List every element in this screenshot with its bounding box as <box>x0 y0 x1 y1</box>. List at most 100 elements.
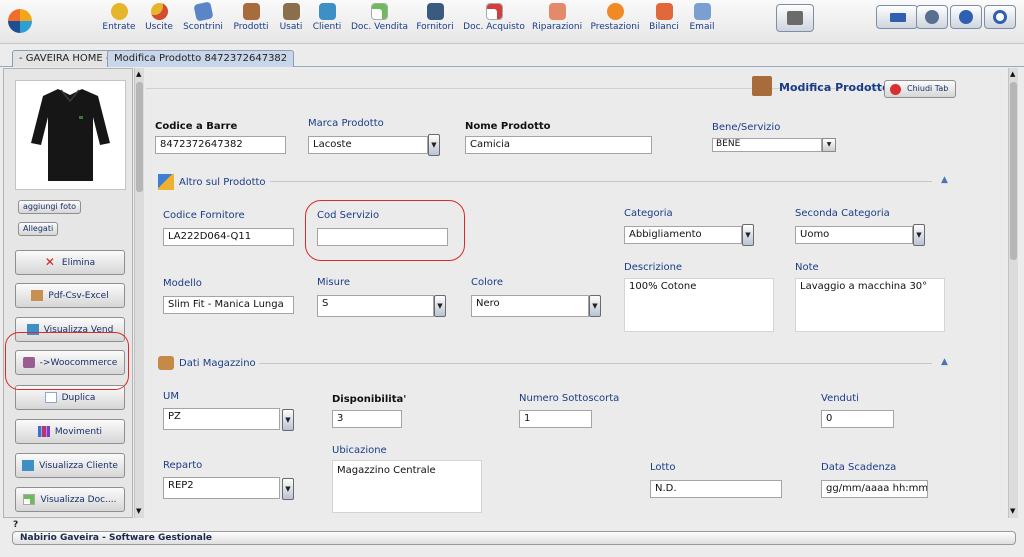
sold-label: Venduti <box>821 393 859 404</box>
notes-textarea[interactable]: Lavaggio a macchina 30° <box>795 278 945 332</box>
toolbar-label: Entrate <box>102 22 136 32</box>
stock-boxes-icon <box>158 356 174 370</box>
good-service-dropdown-icon[interactable]: ▼ <box>822 138 836 152</box>
view-document-button[interactable]: Visualizza Doc.... <box>15 487 125 512</box>
power-button[interactable] <box>984 5 1016 29</box>
keyboard-button[interactable] <box>876 5 918 29</box>
second-category-select[interactable]: Uomo <box>795 226 913 244</box>
close-tab-label: Chiudi Tab <box>907 84 949 93</box>
expiry-input[interactable]: gg/mm/aaaa hh:mm <box>821 480 928 498</box>
scroll-thumb[interactable] <box>136 82 143 192</box>
category-select[interactable]: Abbigliamento <box>624 226 742 244</box>
good-service-select[interactable]: BENE <box>712 138 822 152</box>
status-text: Nabirio Gaveira - Software Gestionale <box>20 533 213 543</box>
sold-input[interactable]: 0 <box>821 410 894 428</box>
unit-dropdown-icon[interactable]: ▼ <box>282 409 294 431</box>
size-select[interactable]: S <box>317 295 434 317</box>
model-input[interactable]: Slim Fit - Manica Lunga <box>163 296 294 314</box>
email-icon <box>693 3 711 20</box>
delete-button[interactable]: ✕ Elimina <box>15 250 125 275</box>
toolbar-usati[interactable]: Usati <box>277 2 305 42</box>
second-category-dropdown-icon[interactable]: ▼ <box>913 224 925 246</box>
minimize-button[interactable] <box>950 5 982 29</box>
collapse-stock-icon[interactable]: ▲ <box>941 357 948 367</box>
location-textarea[interactable]: Magazzino Centrale <box>332 460 482 513</box>
min-stock-input[interactable]: 1 <box>519 410 592 428</box>
section-stock-line <box>259 363 932 364</box>
tab-bar: - GAVEIRA HOME - Modifica Prodotto 84723… <box>0 45 1024 67</box>
toolbar-clienti[interactable]: Clienti <box>311 2 343 42</box>
money-out-icon <box>150 3 168 20</box>
toolbar-uscite[interactable]: Uscite <box>142 2 176 42</box>
availability-input[interactable]: 3 <box>332 410 402 428</box>
brand-dropdown-icon[interactable]: ▼ <box>428 134 440 156</box>
tab-modifica-prodotto[interactable]: Modifica Prodotto 8472372647382 <box>107 50 295 67</box>
toolbar-doc-acquisto[interactable]: Doc. Acquisto <box>463 2 525 42</box>
left-scrollbar[interactable]: ▲ ▼ <box>134 68 144 518</box>
brand-select[interactable]: Lacoste <box>308 136 428 154</box>
department-dropdown-icon[interactable]: ▼ <box>282 478 294 500</box>
tab-home[interactable]: - GAVEIRA HOME - <box>12 50 117 67</box>
used-box-icon <box>282 3 300 20</box>
description-textarea[interactable]: 100% Cotone <box>624 278 774 332</box>
color-dropdown-icon[interactable]: ▼ <box>589 295 601 317</box>
settings-button[interactable] <box>916 5 948 29</box>
toolbar-riparazioni[interactable]: Riparazioni <box>532 2 582 42</box>
shirt-image <box>31 89 110 181</box>
section-stock-title: Dati Magazzino <box>179 357 256 369</box>
highlight-woocommerce <box>5 332 129 390</box>
form-title: Modifica Prodotto <box>779 81 890 94</box>
barcode-input[interactable]: 8472372647382 <box>155 136 286 154</box>
movements-button[interactable]: Movimenti <box>15 419 125 444</box>
print-button[interactable] <box>776 4 814 32</box>
section-stock-header[interactable]: Dati Magazzino <box>158 356 256 370</box>
close-tab-button[interactable]: Chiudi Tab <box>884 80 956 98</box>
toolbar-fornitori[interactable]: Fornitori <box>415 2 455 42</box>
toolbar-bilanci[interactable]: Bilanci <box>648 2 680 42</box>
toolbar-email[interactable]: Email <box>687 2 717 42</box>
scroll-thumb[interactable] <box>1010 82 1017 260</box>
name-label: Nome Prodotto <box>465 121 551 132</box>
collapse-other-icon[interactable]: ▲ <box>941 175 948 185</box>
unit-select[interactable]: PZ <box>163 408 280 430</box>
toolbar-prestazioni[interactable]: Prestazioni <box>589 2 641 42</box>
attachments-button[interactable]: Allegati <box>18 222 59 236</box>
color-select[interactable]: Nero <box>471 295 589 317</box>
supplier-code-input[interactable]: LA222D064-Q11 <box>163 228 294 246</box>
toolbar-prodotti[interactable]: Prodotti <box>231 2 271 42</box>
view-customer-icon <box>22 460 35 471</box>
toolbar-doc-vendita[interactable]: Doc. Vendita <box>351 2 408 42</box>
availability-label: Disponibilita' <box>332 394 407 405</box>
movements-label: Movimenti <box>54 426 103 437</box>
export-button[interactable]: Pdf-Csv-Excel <box>15 283 125 308</box>
duplicate-label: Duplica <box>61 392 96 403</box>
lot-input[interactable]: N.D. <box>650 480 782 498</box>
view-customer-button[interactable]: Visualizza Cliente <box>15 453 125 478</box>
toolbar-scontrini[interactable]: Scontrini <box>181 1 225 42</box>
location-label: Ubicazione <box>332 445 387 456</box>
toolbar-label: Prestazioni <box>590 22 640 32</box>
scroll-down-icon: ▼ <box>1010 507 1016 515</box>
balance-icon <box>655 3 673 20</box>
help-marker: ? <box>13 520 19 530</box>
size-label: Misure <box>317 277 350 288</box>
main-scrollbar[interactable]: ▲ ▼ <box>1008 68 1018 518</box>
delete-label: Elimina <box>61 257 96 268</box>
department-select[interactable]: REP2 <box>163 477 280 499</box>
toolbar-label: Prodotti <box>233 22 269 32</box>
product-photo <box>15 80 126 190</box>
toolbar-entrate[interactable]: Entrate <box>102 2 136 42</box>
money-bag-icon <box>110 3 128 20</box>
section-other-header[interactable]: Altro sul Prodotto <box>158 174 266 190</box>
name-input[interactable]: Camicia <box>465 136 652 154</box>
supplier-code-label: Codice Fornitore <box>163 210 245 221</box>
add-photo-button[interactable]: aggiungi foto <box>18 200 82 214</box>
category-dropdown-icon[interactable]: ▼ <box>742 224 754 246</box>
department-label: Reparto <box>163 460 203 471</box>
left-panel: aggiungi foto Allegati ✕ Elimina Pdf-Csv-… <box>3 68 133 518</box>
scroll-up-icon: ▲ <box>136 70 142 78</box>
notes-label: Note <box>795 262 819 273</box>
size-dropdown-icon[interactable]: ▼ <box>434 295 446 317</box>
toolbar-label: Bilanci <box>649 22 679 32</box>
app-logo[interactable] <box>8 9 32 33</box>
